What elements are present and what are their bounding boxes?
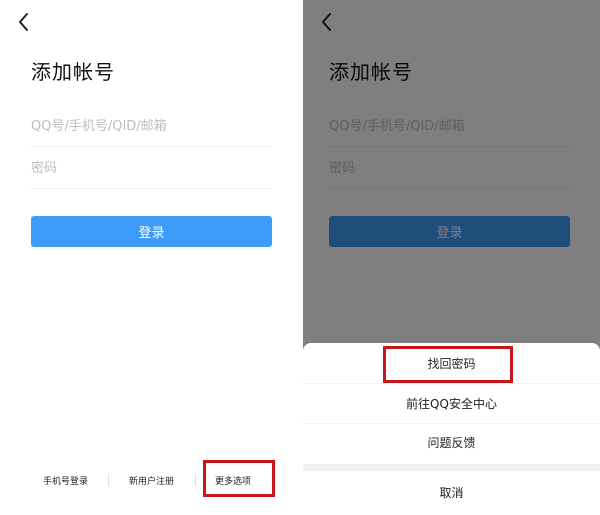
sheet-cancel-button[interactable]: 取消: [303, 474, 600, 512]
sheet-item-security-center[interactable]: 前往QQ安全中心: [303, 385, 600, 423]
bottom-divider: [195, 475, 196, 486]
account-field[interactable]: [31, 106, 272, 147]
login-button[interactable]: 登录: [31, 216, 272, 247]
register-link[interactable]: 新用户注册: [129, 474, 174, 487]
highlight-box: [203, 460, 275, 497]
back-arrow-icon[interactable]: [12, 10, 36, 34]
login-screen: 添加帐号 登录 手机号登录 新用户注册 更多选项: [0, 0, 290, 515]
sheet-gap: [303, 464, 600, 471]
highlight-box: [383, 346, 513, 383]
password-field[interactable]: [31, 148, 272, 189]
phone-login-link[interactable]: 手机号登录: [43, 474, 88, 487]
login-screen-with-sheet: 添加帐号 登录 找回密码 前往QQ安全中心 问题反馈 取消: [303, 0, 600, 515]
page-title: 添加帐号: [31, 60, 115, 84]
account-input[interactable]: [31, 106, 272, 146]
sheet-item-feedback[interactable]: 问题反馈: [303, 424, 600, 462]
password-input[interactable]: [31, 148, 272, 188]
bottom-divider: [108, 475, 109, 486]
sheet-divider: [303, 383, 600, 384]
